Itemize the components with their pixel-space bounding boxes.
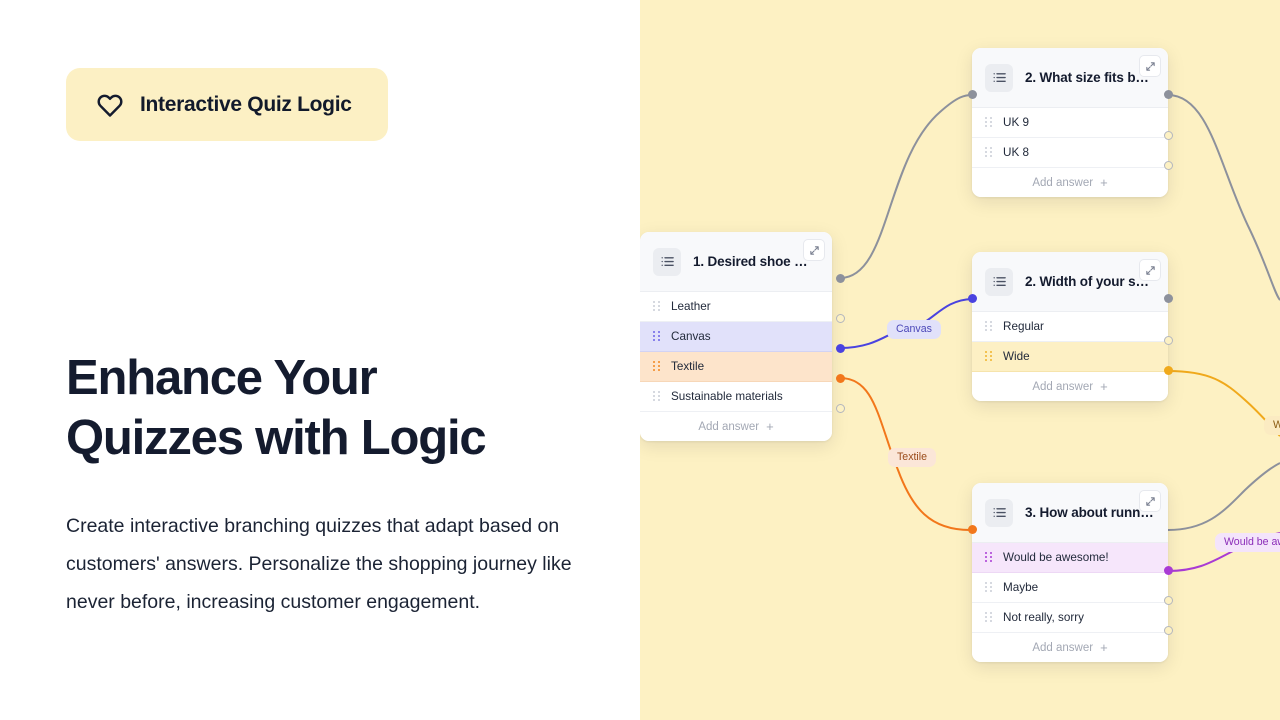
- expand-diagonal-icon[interactable]: [803, 239, 825, 261]
- plus-icon: +: [1100, 379, 1108, 394]
- answer-label: Canvas: [671, 330, 711, 343]
- page-title-line-1: Enhance Your: [66, 351, 378, 405]
- drag-handle-icon[interactable]: [985, 117, 992, 128]
- port-card4-answer-not-really[interactable]: [1164, 626, 1173, 635]
- answer-label: Would be awesome!: [1003, 551, 1109, 564]
- add-answer-label: Add answer: [1032, 641, 1094, 654]
- plus-icon: +: [766, 419, 774, 434]
- add-answer-button[interactable]: Add answer +: [972, 633, 1168, 662]
- answer-label: Leather: [671, 300, 711, 313]
- answer-label: Maybe: [1003, 581, 1039, 594]
- answer-row[interactable]: Sustainable materials: [640, 382, 832, 412]
- port-card1-header[interactable]: [836, 274, 845, 283]
- list-icon: [985, 267, 1013, 296]
- card-header[interactable]: 2. What size fits best for...: [972, 48, 1168, 108]
- port-card2-header-in[interactable]: [968, 90, 977, 99]
- answer-label: Not really, sorry: [1003, 611, 1084, 624]
- drag-handle-icon[interactable]: [985, 582, 992, 593]
- list-icon: [985, 498, 1013, 527]
- port-card1-answer-sustainable[interactable]: [836, 404, 845, 413]
- expand-diagonal-icon[interactable]: [1139, 55, 1161, 77]
- add-answer-label: Add answer: [1032, 380, 1094, 393]
- card-title: 2. What size fits best for...: [1025, 70, 1155, 85]
- port-card3-header-out[interactable]: [1164, 294, 1173, 303]
- edge-label-canvas[interactable]: Canvas: [887, 320, 941, 339]
- port-card4-answer-would-be-awesome[interactable]: [1164, 566, 1173, 575]
- landing-hero: Interactive Quiz Logic Enhance Your Quiz…: [0, 0, 1280, 720]
- port-card1-answer-textile[interactable]: [836, 374, 845, 383]
- card-header[interactable]: 1. Desired shoe material?: [640, 232, 832, 292]
- card-title: 2. Width of your shoes?: [1025, 274, 1155, 289]
- answer-label: UK 8: [1003, 146, 1029, 159]
- answer-label: UK 9: [1003, 116, 1029, 129]
- edge-label-textile[interactable]: Textile: [888, 448, 937, 467]
- answer-label: Regular: [1003, 320, 1044, 333]
- drag-handle-icon[interactable]: [985, 552, 992, 563]
- add-answer-button[interactable]: Add answer +: [640, 412, 832, 441]
- card-title: 3. How about running?: [1025, 505, 1155, 520]
- drag-handle-icon[interactable]: [653, 301, 660, 312]
- eyebrow-label: Interactive Quiz Logic: [140, 92, 352, 116]
- edge-label-would-be-awesome[interactable]: Would be aw: [1215, 533, 1280, 552]
- heart-icon: [96, 91, 124, 119]
- answer-row[interactable]: Textile: [640, 352, 832, 382]
- drag-handle-icon[interactable]: [985, 321, 992, 332]
- add-answer-button[interactable]: Add answer +: [972, 168, 1168, 197]
- quiz-card-width-of-your-shoes[interactable]: 2. Width of your shoes? Regular Wide Add…: [972, 252, 1168, 401]
- drag-handle-icon[interactable]: [653, 391, 660, 402]
- answer-row[interactable]: Regular: [972, 312, 1168, 342]
- port-card3-answer-regular[interactable]: [1164, 336, 1173, 345]
- port-card2-answer-uk8[interactable]: [1164, 161, 1173, 170]
- port-card2-answer-uk9[interactable]: [1164, 131, 1173, 140]
- answer-row[interactable]: Canvas: [640, 322, 832, 352]
- expand-diagonal-icon[interactable]: [1139, 490, 1161, 512]
- left-content-panel: Interactive Quiz Logic Enhance Your Quiz…: [0, 0, 640, 720]
- card-title: 1. Desired shoe material?: [693, 254, 819, 269]
- answer-row[interactable]: UK 8: [972, 138, 1168, 168]
- page-description: Create interactive branching quizzes tha…: [66, 515, 572, 613]
- list-icon: [653, 247, 681, 276]
- answer-row[interactable]: Maybe: [972, 573, 1168, 603]
- answer-row[interactable]: Would be awesome!: [972, 543, 1168, 573]
- answer-row[interactable]: UK 9: [972, 108, 1168, 138]
- port-card3-answer-wide[interactable]: [1164, 366, 1173, 375]
- list-icon: [985, 63, 1013, 92]
- port-card4-header-in[interactable]: [968, 525, 977, 534]
- expand-diagonal-icon[interactable]: [1139, 259, 1161, 281]
- port-card1-answer-canvas[interactable]: [836, 344, 845, 353]
- eyebrow-badge: Interactive Quiz Logic: [66, 68, 388, 141]
- drag-handle-icon[interactable]: [653, 331, 660, 342]
- plus-icon: +: [1100, 640, 1108, 655]
- plus-icon: +: [1100, 175, 1108, 190]
- answer-row[interactable]: Not really, sorry: [972, 603, 1168, 633]
- answer-row[interactable]: Leather: [640, 292, 832, 322]
- answer-label: Sustainable materials: [671, 390, 783, 403]
- edge-label-wide[interactable]: Wi: [1264, 416, 1280, 435]
- port-card2-header-out[interactable]: [1164, 90, 1173, 99]
- drag-handle-icon[interactable]: [985, 351, 992, 362]
- drag-handle-icon[interactable]: [985, 612, 992, 623]
- quiz-card-what-size-fits-best[interactable]: 2. What size fits best for... UK 9 UK 8 …: [972, 48, 1168, 197]
- answer-label: Wide: [1003, 350, 1030, 363]
- add-answer-label: Add answer: [1032, 176, 1094, 189]
- page-title: Enhance Your Quizzes with Logic: [66, 348, 626, 468]
- drag-handle-icon[interactable]: [985, 147, 992, 158]
- quiz-logic-canvas[interactable]: 1. Desired shoe material? Leather Canvas…: [640, 0, 1280, 720]
- port-card1-answer-leather[interactable]: [836, 314, 845, 323]
- drag-handle-icon[interactable]: [653, 361, 660, 372]
- answer-label: Textile: [671, 360, 705, 373]
- card-header[interactable]: 2. Width of your shoes?: [972, 252, 1168, 312]
- quiz-card-desired-shoe-material[interactable]: 1. Desired shoe material? Leather Canvas…: [640, 232, 832, 441]
- port-card3-header-in[interactable]: [968, 294, 977, 303]
- port-card4-answer-maybe[interactable]: [1164, 596, 1173, 605]
- answer-row[interactable]: Wide: [972, 342, 1168, 372]
- add-answer-button[interactable]: Add answer +: [972, 372, 1168, 401]
- page-title-line-2: Quizzes with Logic: [66, 411, 487, 465]
- quiz-card-how-about-running[interactable]: 3. How about running? Would be awesome! …: [972, 483, 1168, 662]
- add-answer-label: Add answer: [698, 420, 760, 433]
- card-header[interactable]: 3. How about running?: [972, 483, 1168, 543]
